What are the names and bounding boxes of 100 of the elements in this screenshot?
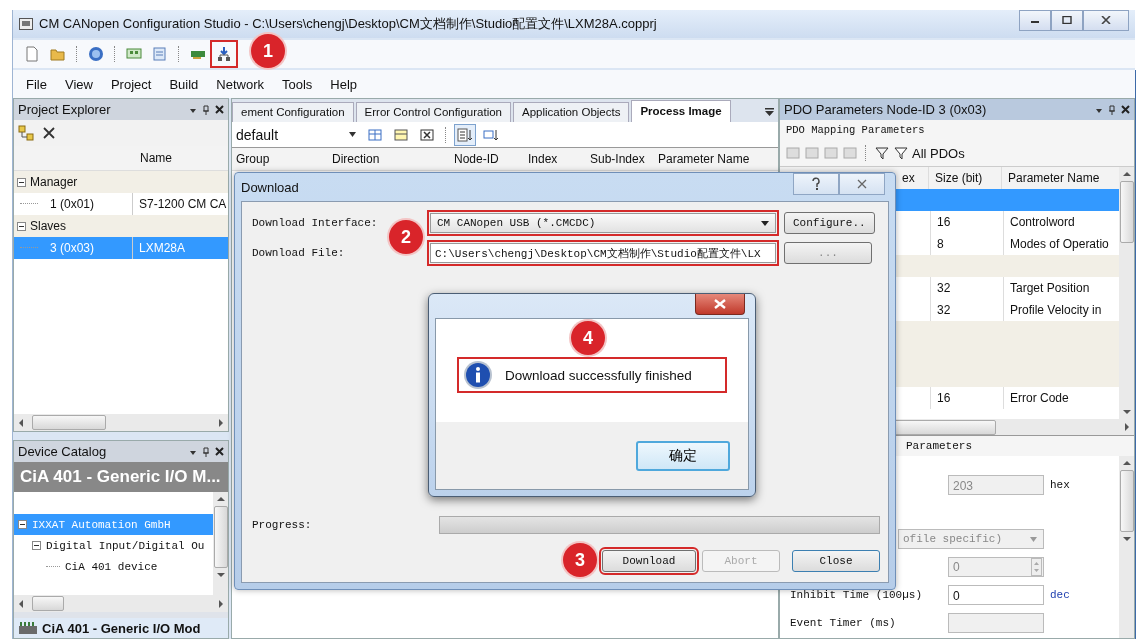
field-label: Download Interface: [252,217,379,229]
menu-item[interactable]: File [17,76,56,92]
dialog-button[interactable]: Download [602,550,696,572]
menu-item[interactable]: Help [321,76,367,92]
close-icon[interactable] [215,447,224,456]
menu-item[interactable]: View [55,76,102,92]
menu-item[interactable]: Build [160,76,208,92]
configure-button[interactable]: Configure.. [784,212,875,234]
table-cell: 16 [930,211,1003,233]
step-badge: 2 [389,220,423,254]
scroll-thumb[interactable] [213,506,228,568]
step-badge: 1 [251,34,285,68]
new-file-icon [24,46,40,62]
tree-label: IXXAT Automation GmbH [32,518,171,531]
device-icon [18,621,38,635]
delete-icon[interactable] [42,126,56,140]
field-label: Progress: [252,519,313,531]
column-header[interactable]: Sub-Index [586,152,654,166]
document-icon [152,46,168,62]
column-header[interactable]: Node-ID [450,152,524,166]
column-header[interactable]: Direction [328,152,450,166]
right-arrow-icon [1124,423,1130,431]
collapse-icon[interactable] [17,221,26,231]
insert-icon [393,126,409,143]
table-cell: 16 [930,387,1003,409]
tree-row[interactable]: Digital Input/Digital Ou [14,535,213,556]
close-icon[interactable] [1121,105,1130,114]
pin-icon[interactable] [202,446,210,457]
download-button[interactable] [213,43,235,65]
tab[interactable]: Process Image [631,100,731,122]
step-badge: 4 [571,321,605,355]
dropdown-icon [349,132,356,137]
scroll-thumb[interactable] [1119,470,1134,532]
scroll-thumb[interactable] [894,419,996,435]
close-icon [714,299,726,309]
menu-item[interactable]: Network [207,76,273,92]
tab[interactable]: ement Configuration [232,102,354,122]
scroll-thumb[interactable] [1119,181,1134,243]
panel-title: Device Catalog [18,444,107,459]
pin-icon[interactable] [202,104,210,115]
filter-icon[interactable] [875,146,889,160]
menu-item[interactable]: Tools [273,76,322,92]
catalog-banner: CiA 401 - Generic I/O M... [14,462,228,492]
network-icon [126,46,142,62]
dialog-button[interactable]: Close [792,550,880,572]
scroll-bar[interactable] [1119,167,1134,419]
filter-button[interactable]: All PDOs [894,145,965,161]
section-title: PDO Mapping Parameters [780,120,1134,140]
pin-icon[interactable] [1108,104,1116,115]
tab[interactable]: Application Objects [513,102,630,122]
overflow-icon[interactable] [765,107,774,116]
info-icon [463,360,493,390]
tree-label: 3 (0x03) [49,241,96,255]
menu-item[interactable]: Project [101,76,161,92]
file-path-field[interactable]: C:\Users\chengj\Desktop\CM文档制作\Studio配置文件\LX [430,243,776,263]
column-header[interactable]: ex [900,171,928,185]
right-arrow-icon [218,418,224,427]
tree-row[interactable]: Manager [14,171,228,193]
column-header[interactable]: Parameter Name [654,152,754,166]
window-title: CM CANopen Configuration Studio - C:\Users\chengj\Desktop\CM文档制作\Studio配置文件\LXM28A.copprj [39,15,657,33]
scroll-bar[interactable] [14,414,228,431]
scroll-thumb[interactable] [32,596,64,611]
left-arrow-icon [18,418,24,427]
input-field[interactable]: 0 [948,585,1044,605]
filter-dropdown[interactable]: default [236,126,360,143]
tree-row[interactable]: CiA 401 device [14,556,213,577]
column-header[interactable]: Name [136,151,172,165]
down-arrow-icon [1122,409,1131,415]
scroll-bar[interactable] [213,492,228,595]
collapse-icon[interactable] [32,541,41,550]
scroll-thumb[interactable] [32,415,106,430]
column-header[interactable]: Index [524,152,586,166]
tree-label: Digital Input/Digital Ou [46,539,205,552]
disabled-tool-icon [824,146,838,160]
interface-dropdown[interactable]: CM CANopen USB (*.CMCDC) [430,213,776,233]
tab[interactable]: Error Control Configuration [355,102,511,122]
column-header[interactable]: Group [232,152,328,166]
network-icon[interactable] [18,125,34,141]
scroll-bar[interactable] [14,595,228,612]
tree-cell: LXM28A [132,237,228,259]
remove-row-icon [419,126,435,143]
scroll-bar[interactable] [1119,456,1134,638]
left-arrow-icon [18,599,24,608]
download-icon [216,46,232,62]
tree-label: Slaves [30,219,67,233]
disabled-tool-icon [805,146,819,160]
close-icon[interactable] [215,105,224,114]
tree-label: 1 (0x01) [49,197,96,211]
app-icon [19,18,33,30]
maximize-button[interactable] [1051,9,1083,31]
minimize-button[interactable] [1019,9,1051,31]
tree-row[interactable]: Slaves [14,215,228,237]
sort-down-icon [457,126,473,143]
dialog-title: Download [241,179,299,195]
collapse-icon[interactable] [18,520,27,529]
ok-button[interactable]: 确定 [636,440,730,471]
collapse-icon[interactable] [17,177,26,187]
help-button[interactable] [793,173,839,195]
close-button[interactable] [695,294,745,315]
dropdown-icon [1030,536,1037,542]
